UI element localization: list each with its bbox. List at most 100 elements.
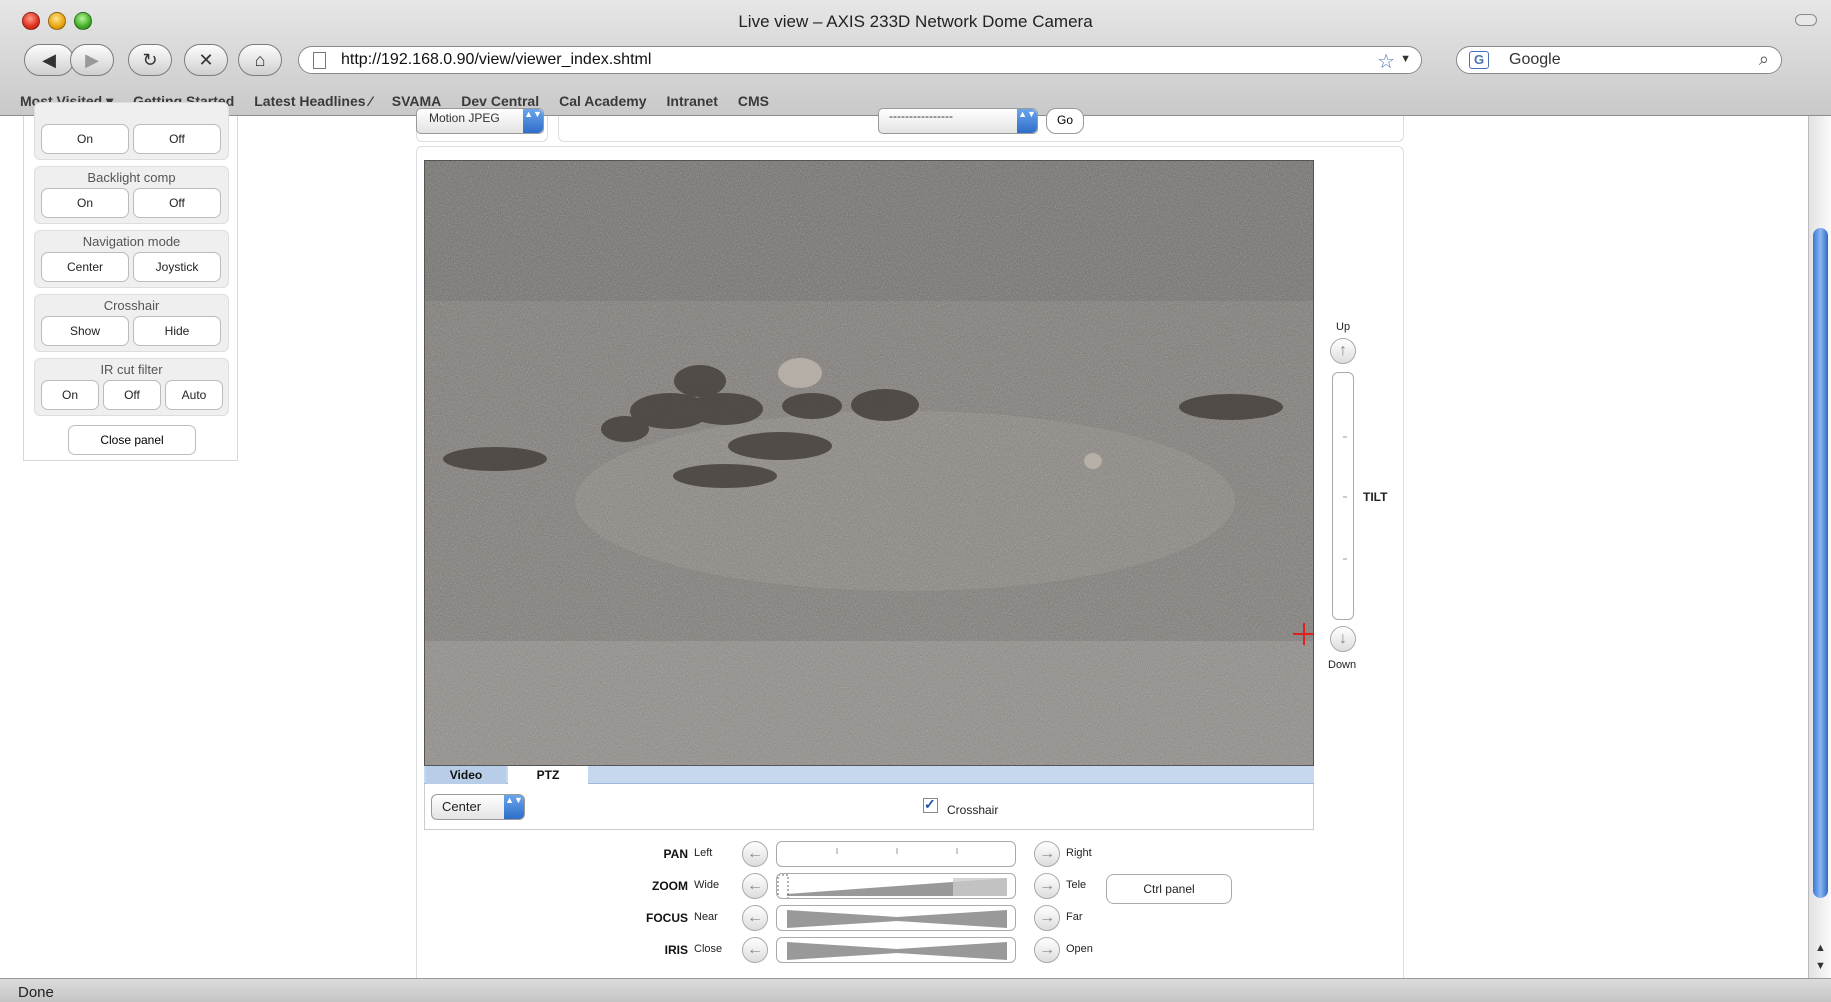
focus-slider[interactable] xyxy=(776,905,1016,931)
stop-button[interactable]: ✕ xyxy=(184,44,228,76)
bookmark-latest-headlines[interactable]: Latest Headlines ⁄ xyxy=(254,93,372,109)
focus-far-button[interactable]: → xyxy=(1034,905,1060,931)
ptz-row-pan: PAN Left ← → Right xyxy=(640,840,1100,868)
iris-min-label: Close xyxy=(694,943,723,955)
group-crosshair: Crosshair Show Hide xyxy=(34,294,229,352)
search-engine-icon[interactable]: G xyxy=(1469,51,1489,69)
iris-close-button[interactable]: ← xyxy=(742,937,768,963)
stream-select[interactable]: Motion JPEG ▲▼ xyxy=(416,108,544,134)
top-on-button[interactable]: On xyxy=(41,124,129,154)
reload-button[interactable]: ↻ xyxy=(128,44,172,76)
crosshair-checkbox[interactable]: ✓ xyxy=(923,797,938,813)
navigation-select-value: Center xyxy=(442,799,482,814)
home-icon: ⌂ xyxy=(254,49,266,70)
group-ir-cut: IR cut filter On Off Auto xyxy=(34,358,229,416)
crosshair-hide-button[interactable]: Hide xyxy=(133,316,221,346)
search-input[interactable]: Google xyxy=(1509,51,1561,69)
ptz-toolbar: Center ▲▼ ✓ Crosshair xyxy=(424,784,1314,830)
navigation-select[interactable]: Center ▲▼ xyxy=(431,794,525,820)
bookmark-dev-central[interactable]: Dev Central xyxy=(461,93,539,109)
tab-ptz[interactable]: PTZ xyxy=(508,766,588,784)
focus-bowtie xyxy=(787,910,1007,928)
bookmark-intranet[interactable]: Intranet xyxy=(667,93,718,109)
close-panel-button[interactable]: Close panel xyxy=(68,425,196,455)
home-button[interactable]: ⌂ xyxy=(238,44,282,76)
backlight-on-button[interactable]: On xyxy=(41,188,129,218)
backlight-off-button[interactable]: Off xyxy=(133,188,221,218)
go-button[interactable]: Go xyxy=(1046,108,1084,134)
zoom-tele-button[interactable]: → xyxy=(1034,873,1060,899)
tab-video[interactable]: Video xyxy=(426,766,506,784)
ir-on-button[interactable]: On xyxy=(41,380,99,410)
zoom-wide-button[interactable]: ← xyxy=(742,873,768,899)
search-box[interactable]: G Google ⌕ xyxy=(1456,46,1782,74)
tilt-slider[interactable] xyxy=(1332,372,1354,620)
tilt-down-button[interactable]: ↓ xyxy=(1330,626,1356,652)
preset-select-value: ---------------- xyxy=(889,109,953,123)
ctrl-panel-button[interactable]: Ctrl panel xyxy=(1106,874,1232,904)
address-bar[interactable]: http://192.168.0.90/view/viewer_index.sh… xyxy=(298,46,1422,74)
ptz-row-zoom: ZOOM Wide ← → Tele xyxy=(640,872,1100,900)
nav-joystick-button[interactable]: Joystick xyxy=(133,252,221,282)
bookmark-svama[interactable]: SVAMA xyxy=(392,93,442,109)
scroll-up-icon[interactable]: ▲ xyxy=(1809,942,1831,954)
window-title: Live view – AXIS 233D Network Dome Camer… xyxy=(738,12,1093,31)
scroll-thumb[interactable] xyxy=(1813,228,1828,898)
left-arrow-icon: ← xyxy=(747,941,763,958)
ir-auto-button[interactable]: Auto xyxy=(165,380,223,410)
select-arrows-icon: ▲▼ xyxy=(523,109,543,133)
crosshair-show-button[interactable]: Show xyxy=(41,316,129,346)
right-arrow-icon: → xyxy=(1039,941,1055,958)
scroll-down-icon[interactable]: ▼ xyxy=(1809,960,1831,972)
pan-label: PAN xyxy=(663,847,688,861)
url-dropdown-icon[interactable]: ▼ xyxy=(1400,53,1411,65)
select-arrows-icon: ▲▼ xyxy=(504,795,524,819)
back-arrow-icon: ◀ xyxy=(42,49,56,70)
iris-slider[interactable] xyxy=(776,937,1016,963)
tilt-label: TILT xyxy=(1363,490,1388,504)
pan-right-button[interactable]: → xyxy=(1034,841,1060,867)
tilt-down-label: Down xyxy=(1328,659,1357,671)
browser-chrome: Live view – AXIS 233D Network Dome Camer… xyxy=(0,0,1831,116)
right-arrow-icon: → xyxy=(1039,845,1055,862)
bookmark-star-icon[interactable]: ☆ xyxy=(1377,49,1395,74)
bookmark-cal-academy[interactable]: Cal Academy xyxy=(559,93,646,109)
iris-open-button[interactable]: → xyxy=(1034,937,1060,963)
preset-select[interactable]: ---------------- ▲▼ xyxy=(878,108,1038,134)
forward-button[interactable]: ▶ xyxy=(70,44,114,76)
left-arrow-icon: ← xyxy=(747,845,763,862)
tilt-up-button[interactable]: ↑ xyxy=(1330,338,1356,364)
back-button[interactable]: ◀ xyxy=(24,44,74,76)
ptz-row-focus: FOCUS Near ← → Far xyxy=(640,904,1100,932)
stream-select-value: Motion JPEG xyxy=(429,111,500,125)
pan-left-button[interactable]: ← xyxy=(742,841,768,867)
browser-window: Live view – AXIS 233D Network Dome Camer… xyxy=(0,0,1831,1002)
zoom-max-label: Tele xyxy=(1066,879,1087,891)
bookmark-cms[interactable]: CMS xyxy=(738,93,769,109)
status-text: Done xyxy=(18,984,54,1001)
down-arrow-icon: ↓ xyxy=(1339,630,1347,647)
toolbar-toggle-icon[interactable] xyxy=(1795,14,1817,26)
url-text[interactable]: http://192.168.0.90/view/viewer_index.sh… xyxy=(341,51,651,69)
page-icon xyxy=(313,52,326,69)
nav-center-button[interactable]: Center xyxy=(41,252,129,282)
pan-min-label: Left xyxy=(694,847,713,859)
focus-min-label: Near xyxy=(694,911,718,923)
zoom-wedge xyxy=(777,874,1007,898)
video-feed[interactable] xyxy=(424,160,1314,766)
forward-arrow-icon: ▶ xyxy=(85,49,99,70)
search-icon[interactable]: ⌕ xyxy=(1759,49,1769,70)
pan-slider[interactable] xyxy=(776,841,1016,867)
focus-near-button[interactable]: ← xyxy=(742,905,768,931)
ir-off-button[interactable]: Off xyxy=(103,380,161,410)
left-arrow-icon: ← xyxy=(747,909,763,926)
control-panel: On Off Backlight comp On Off Navigation … xyxy=(23,102,238,461)
focus-label: FOCUS xyxy=(646,911,688,925)
up-arrow-icon: ↑ xyxy=(1339,342,1347,359)
zoom-slider[interactable] xyxy=(776,873,1016,899)
top-off-button[interactable]: Off xyxy=(133,124,221,154)
iris-bowtie xyxy=(787,942,1007,960)
vertical-scrollbar[interactable]: ▲ ▼ xyxy=(1808,116,1831,978)
pan-ticks xyxy=(836,848,958,854)
video-image xyxy=(425,161,1313,765)
